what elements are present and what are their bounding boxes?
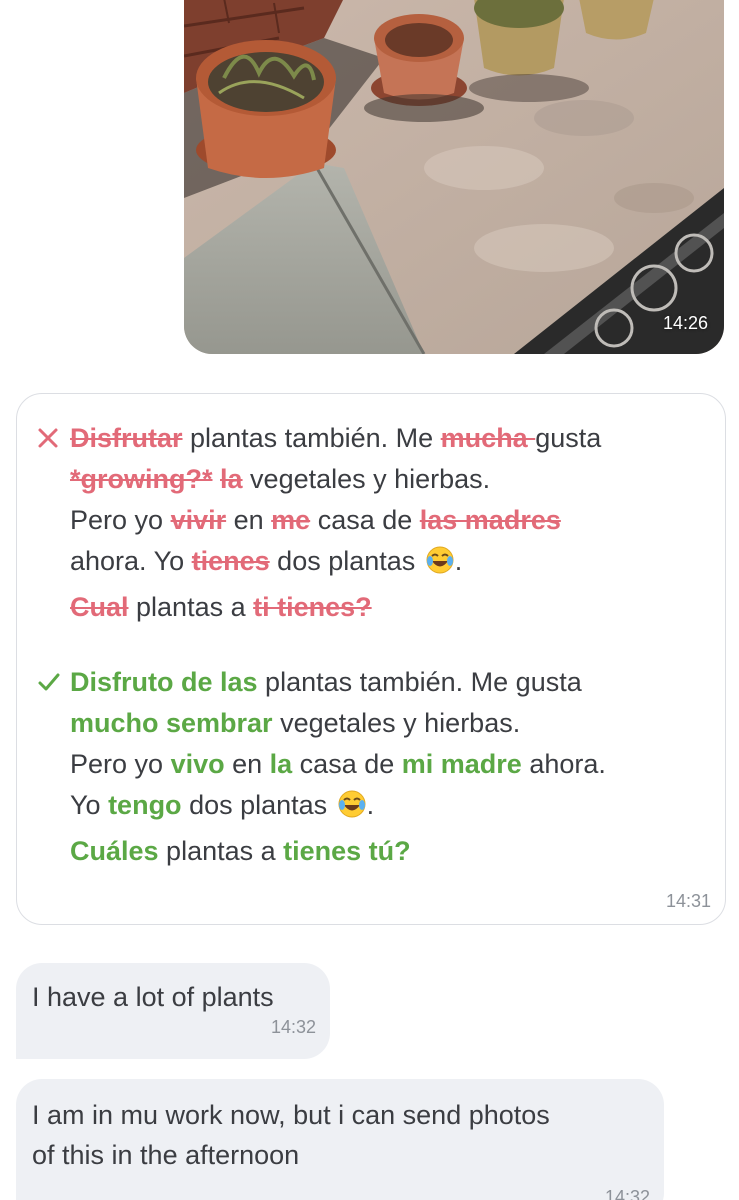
error-word: *growing?* [70,464,213,494]
error-word: Cual [70,592,129,622]
text-segment: . [454,546,463,576]
text-segment: casa de [292,749,402,779]
text-segment: plantas a [158,836,284,866]
text-segment: ahora. Yo [70,546,192,576]
error-word: Disfrutar [70,423,183,453]
error-word: las madres [419,505,561,535]
text-segment: vegetales y hierbas. [242,464,491,494]
corrected-line: mucho sembrar vegetales y hierbas. [37,703,713,744]
fixed-word: tienes tú? [283,836,411,866]
fixed-word: mucho sembrar [70,708,273,738]
error-word: vivir [170,505,227,535]
laughing-tears-emoji [337,789,367,831]
message-text-line: of this in the afternoon [32,1140,300,1170]
corrected-text-block: Disfruto de las plantas también. Me gust… [37,662,713,872]
text-segment: gusta [535,423,602,453]
incoming-message[interactable]: I am in mu work now, but i can send phot… [16,1079,664,1200]
original-line: *growing?* la vegetales y hierbas. [37,459,713,500]
corrected-line: Pero yo vivo en la casa de mi madre ahor… [37,744,713,785]
message-time: 14:32 [270,1017,316,1037]
text-segment: Yo [70,790,109,820]
text-segment: Pero yo [70,505,171,535]
corrected-line: Disfruto de las plantas también. Me gust… [37,662,713,703]
text-segment: . [366,790,375,820]
chat-screen: 14:26 Disfrutar plantas también. Me much… [0,0,739,1200]
original-line: Pero yo vivir en me casa de las madres [37,500,713,541]
cross-icon [37,418,65,459]
fixed-word: la [269,749,293,779]
text-segment [213,464,221,494]
plant-photo [184,0,724,354]
text-segment: plantas también. Me [182,423,441,453]
corrected-line: Cuáles plantas a tienes tú? [37,831,713,872]
original-line: Cual plantas a ti tienes? [37,587,713,628]
text-segment: ahora. [521,749,606,779]
message-text-line: I am in mu work now, but i can send phot… [32,1100,550,1130]
message-time: 14:31 [665,891,711,911]
incoming-message[interactable]: I have a lot of plants 14:32 [16,963,330,1059]
original-text-block: Disfrutar plantas también. Me mucha gust… [37,418,713,628]
error-word: me [271,505,311,535]
text-segment: dos plantas [181,790,335,820]
check-icon [37,662,65,703]
fixed-word: Cuáles [70,836,159,866]
photo-message[interactable]: 14:26 [184,0,724,354]
corrected-line: Yo tengo dos plantas . [37,785,713,831]
error-word: ti tienes? [253,592,372,622]
error-word: tienes [191,546,270,576]
fixed-word: mi madre [401,749,522,779]
text-segment: plantas también. Me gusta [257,667,582,697]
text-segment: en [226,505,272,535]
original-line: ahora. Yo tienes dos plantas . [37,541,713,587]
text-segment: plantas a [128,592,254,622]
fixed-word: Disfruto de las [70,667,258,697]
text-segment: casa de [310,505,420,535]
fixed-word: vivo [170,749,225,779]
fixed-word: tengo [108,790,182,820]
laughing-tears-emoji [425,545,455,587]
text-segment: dos plantas [269,546,423,576]
original-line: Disfrutar plantas también. Me mucha gust… [37,418,713,459]
message-time: 14:32 [604,1187,650,1200]
error-word: la [220,464,243,494]
text-segment: Pero yo [70,749,171,779]
correction-card[interactable]: Disfrutar plantas también. Me mucha gust… [16,393,726,925]
text-segment: en [224,749,270,779]
message-time: 14:26 [662,313,708,333]
text-segment: vegetales y hierbas. [272,708,521,738]
error-word: mucha [440,423,536,453]
